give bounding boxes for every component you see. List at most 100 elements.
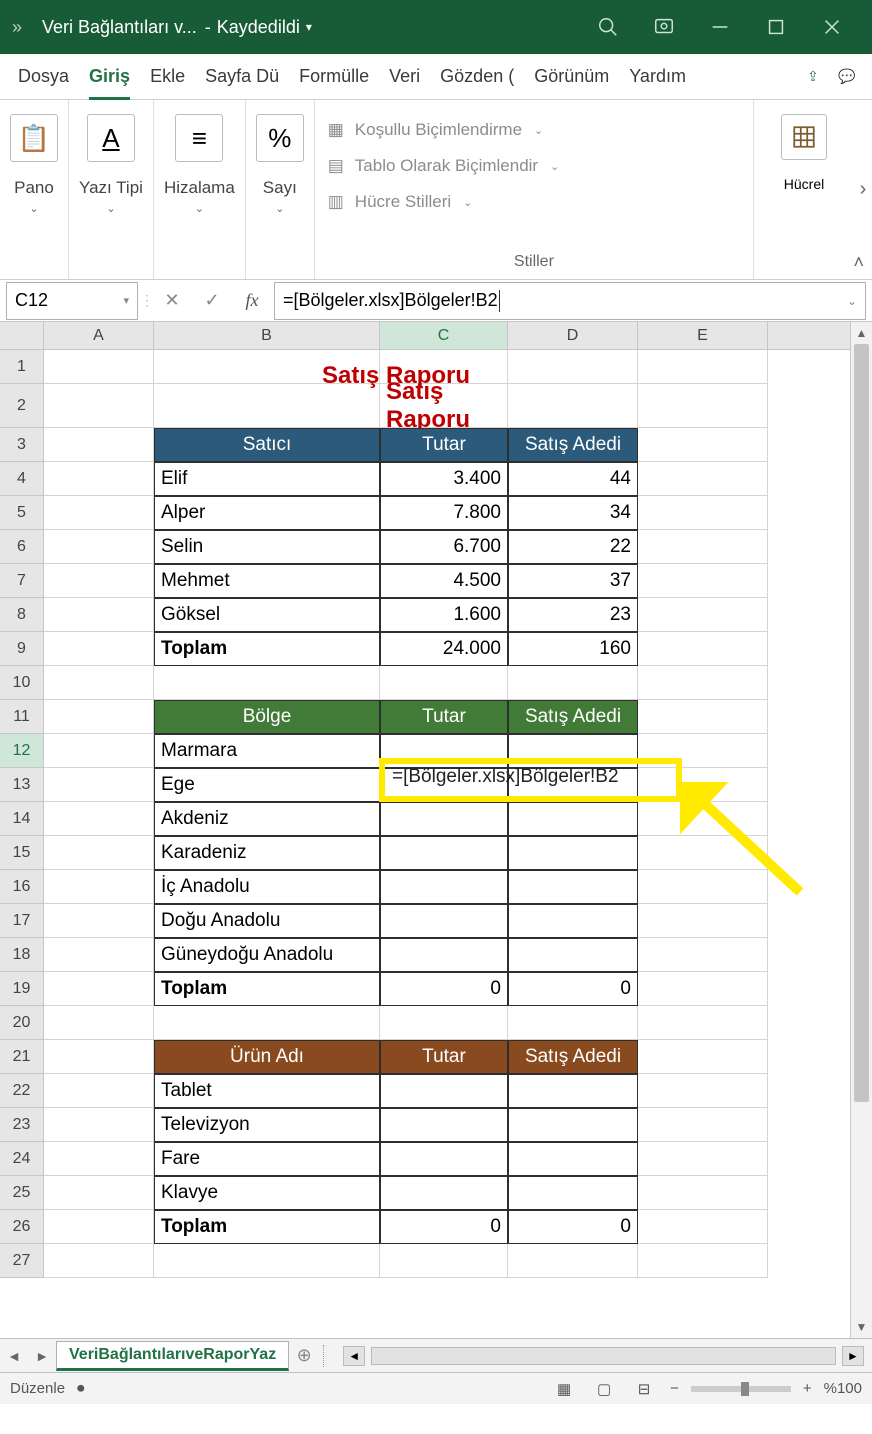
row-header[interactable]: 15 [0, 836, 44, 870]
cell[interactable] [380, 802, 508, 836]
cell[interactable]: Ürün Adı [154, 1040, 380, 1074]
conditional-formatting-button[interactable]: ▦Koşullu Biçimlendirme ⌄ [325, 112, 743, 148]
cell[interactable] [380, 938, 508, 972]
row-header[interactable]: 11 [0, 700, 44, 734]
page-break-view-icon[interactable]: ⊟ [630, 1379, 658, 1399]
cell[interactable] [44, 904, 154, 938]
cell[interactable] [44, 632, 154, 666]
cell[interactable] [508, 666, 638, 700]
cell[interactable]: Elif [154, 462, 380, 496]
cell[interactable] [44, 700, 154, 734]
cell[interactable]: İç Anadolu [154, 870, 380, 904]
cell[interactable] [638, 530, 768, 564]
cell[interactable] [154, 1244, 380, 1278]
tab-view[interactable]: Görünüm [526, 54, 617, 100]
cell[interactable]: 3.400 [380, 462, 508, 496]
chevron-down-icon[interactable]: ⌄ [847, 294, 857, 308]
row-header[interactable]: 13 [0, 768, 44, 802]
cell[interactable] [508, 904, 638, 938]
cell[interactable]: Klavye [154, 1176, 380, 1210]
cell[interactable] [508, 734, 638, 768]
cell-styles-button[interactable]: ▥Hücre Stilleri ⌄ [325, 184, 743, 220]
scroll-up-icon[interactable]: ▲ [851, 322, 872, 344]
scroll-down-icon[interactable]: ▼ [851, 1316, 872, 1338]
cell[interactable] [380, 870, 508, 904]
page-layout-view-icon[interactable]: ▢ [590, 1379, 618, 1399]
row-header[interactable]: 18 [0, 938, 44, 972]
cell[interactable] [44, 972, 154, 1006]
font-icon[interactable]: A [87, 114, 135, 162]
row-header[interactable]: 2 [0, 384, 44, 428]
select-all-button[interactable] [0, 322, 44, 349]
cell[interactable]: 4.500 [380, 564, 508, 598]
cell[interactable] [638, 1074, 768, 1108]
chevron-down-icon[interactable]: ⌄ [106, 202, 115, 215]
cell[interactable] [638, 1040, 768, 1074]
cell[interactable] [44, 428, 154, 462]
cell[interactable] [638, 350, 768, 384]
cell[interactable]: Selin [154, 530, 380, 564]
column-header[interactable]: C [380, 322, 508, 349]
cell[interactable] [44, 734, 154, 768]
cell[interactable] [44, 666, 154, 700]
cell[interactable]: 0 [380, 972, 508, 1006]
cell[interactable] [638, 1108, 768, 1142]
cell[interactable] [380, 1142, 508, 1176]
cell[interactable]: 23 [508, 598, 638, 632]
row-header[interactable]: 21 [0, 1040, 44, 1074]
sheet-nav-prev-icon[interactable]: ◄ [0, 1348, 28, 1364]
row-header[interactable]: 16 [0, 870, 44, 904]
cancel-formula-icon[interactable]: ✕ [152, 290, 192, 311]
row-header[interactable]: 26 [0, 1210, 44, 1244]
chevron-down-icon[interactable]: ⌄ [195, 202, 204, 215]
share-icon[interactable]: ⇪ [798, 62, 828, 92]
tab-data[interactable]: Veri [381, 54, 428, 100]
cell[interactable]: Satış Adedi [508, 700, 638, 734]
row-header[interactable]: 19 [0, 972, 44, 1006]
cell[interactable] [380, 1244, 508, 1278]
cell[interactable] [638, 700, 768, 734]
cell[interactable]: Toplam [154, 972, 380, 1006]
zoom-level[interactable]: %100 [824, 1380, 862, 1397]
cell[interactable] [380, 1108, 508, 1142]
cell[interactable] [44, 1142, 154, 1176]
macro-recorder-icon[interactable]: ⏺ [77, 1380, 85, 1397]
cell[interactable] [44, 1074, 154, 1108]
cell[interactable] [380, 1074, 508, 1108]
cell[interactable]: 0 [380, 1210, 508, 1244]
cell[interactable]: Satıcı [154, 428, 380, 462]
cell[interactable]: 22 [508, 530, 638, 564]
scroll-right-icon[interactable]: ► [842, 1346, 864, 1366]
cell[interactable] [638, 384, 768, 428]
row-header[interactable]: 1 [0, 350, 44, 384]
cell[interactable] [44, 1108, 154, 1142]
tab-home[interactable]: Giriş [81, 54, 138, 100]
row-header[interactable]: 12 [0, 734, 44, 768]
cell[interactable] [638, 836, 768, 870]
cell[interactable] [508, 870, 638, 904]
accept-formula-icon[interactable]: ✓ [192, 290, 232, 311]
cell[interactable]: Fare [154, 1142, 380, 1176]
close-button[interactable] [804, 0, 860, 54]
cell[interactable] [508, 1176, 638, 1210]
chevron-down-icon[interactable]: ⌄ [275, 202, 284, 215]
row-header[interactable]: 4 [0, 462, 44, 496]
column-header[interactable]: D [508, 322, 638, 349]
cell[interactable] [380, 1176, 508, 1210]
tab-formulas[interactable]: Formülle [291, 54, 377, 100]
more-commands-icon[interactable]: » [12, 17, 22, 38]
cell[interactable] [380, 1006, 508, 1040]
cell[interactable]: 44 [508, 462, 638, 496]
add-sheet-icon[interactable]: ⊕ [289, 1345, 319, 1366]
number-icon[interactable]: % [256, 114, 304, 162]
row-header[interactable]: 6 [0, 530, 44, 564]
cell[interactable]: 34 [508, 496, 638, 530]
cell[interactable] [44, 496, 154, 530]
alignment-icon[interactable]: ≡ [175, 114, 223, 162]
cell[interactable] [638, 462, 768, 496]
row-header[interactable]: 14 [0, 802, 44, 836]
sheet-tab[interactable]: VeriBağlantılarıveRaporYaz [56, 1341, 289, 1371]
tab-file[interactable]: Dosya [10, 54, 77, 100]
cell[interactable] [380, 734, 508, 768]
row-header[interactable]: 5 [0, 496, 44, 530]
